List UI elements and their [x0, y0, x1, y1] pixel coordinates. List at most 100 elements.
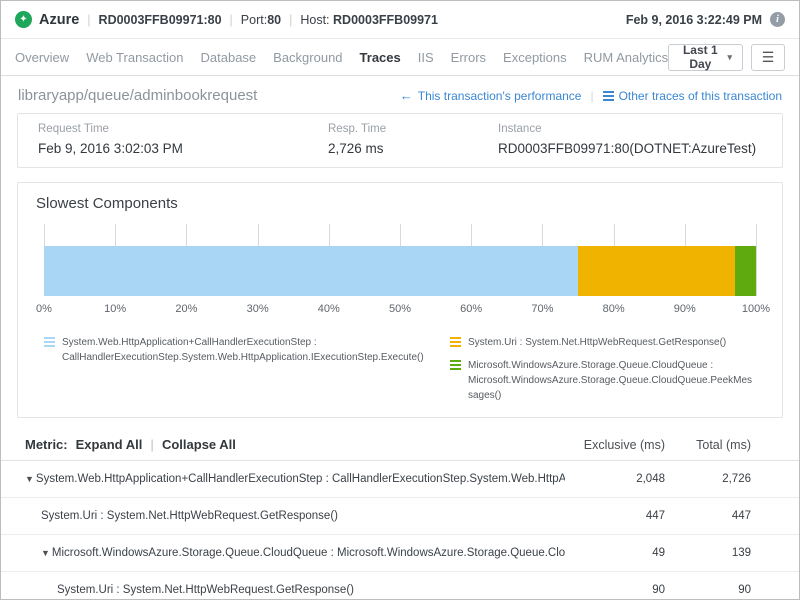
chart-legend: System.Web.HttpApplication+CallHandlerEx…: [44, 335, 756, 403]
back-arrow-icon: ←: [400, 88, 413, 103]
legend-swatch-icon: [450, 337, 461, 347]
host-info: Host: RD0003FFB09971: [300, 13, 438, 27]
request-time: Request Time Feb 9, 2016 3:02:03 PM: [18, 123, 308, 156]
table-row[interactable]: System.Uri : System.Net.HttpWebRequest.G…: [1, 572, 799, 600]
legend-item: System.Web.HttpApplication+CallHandlerEx…: [44, 335, 426, 365]
hamburger-icon: ☰: [762, 49, 775, 66]
column-header-total: Total (ms): [665, 438, 751, 452]
collapse-arrow-icon[interactable]: ▼: [25, 474, 34, 484]
tab-iis[interactable]: IIS: [418, 50, 434, 65]
axis-tick-label: 30%: [247, 303, 269, 315]
collapse-all-button[interactable]: Collapse All: [162, 437, 236, 452]
legend-column-right: System.Uri : System.Net.HttpWebRequest.G…: [450, 335, 756, 403]
metrics-table-header: Metric: Expand All | Collapse All Exclus…: [1, 429, 799, 461]
tab-web-transaction[interactable]: Web Transaction: [86, 50, 183, 65]
bar-segment: [44, 246, 578, 296]
metric-name: System.Uri : System.Net.HttpWebRequest.G…: [41, 510, 338, 522]
exclusive-ms: 49: [565, 547, 665, 559]
exclusive-ms: 90: [565, 584, 665, 596]
transaction-performance-link[interactable]: ← This transaction's performance: [400, 88, 582, 103]
tab-traces[interactable]: Traces: [360, 50, 401, 65]
tab-rum-analytics[interactable]: RUM Analytics: [584, 50, 669, 65]
axis-tick-label: 0%: [36, 303, 52, 315]
trace-summary: Request Time Feb 9, 2016 3:02:03 PM Resp…: [17, 113, 783, 168]
monitor-identity: ✦ Azure | RD0003FFB09971:80 | Port:80 | …: [15, 11, 438, 28]
divider: |: [86, 13, 91, 27]
divider: |: [150, 437, 154, 452]
app-window: ✦ Azure | RD0003FFB09971:80 | Port:80 | …: [0, 0, 800, 600]
exclusive-ms: 447: [565, 510, 665, 522]
axis-tick-label: 20%: [175, 303, 197, 315]
bar-segment: [735, 246, 756, 296]
metric-controls: Metric: Expand All | Collapse All: [25, 437, 565, 452]
tab-background[interactable]: Background: [273, 50, 342, 65]
transaction-title: libraryapp/queue/adminbookrequest: [18, 87, 257, 104]
metric-name: System.Web.HttpApplication+CallHandlerEx…: [36, 473, 565, 485]
divider: |: [229, 13, 234, 27]
slowest-components-panel: Slowest Components 0%10%20%30%40%50%60%7…: [17, 182, 783, 418]
legend-item: Microsoft.WindowsAzure.Storage.Queue.Clo…: [450, 358, 756, 403]
total-ms: 2,726: [665, 473, 751, 485]
divider: |: [288, 13, 293, 27]
stacked-bar: [44, 246, 756, 296]
total-ms: 139: [665, 547, 751, 559]
instance-value: RD0003FFB09971:80(DOTNET:AzureTest): [498, 141, 762, 156]
port-info: Port:80: [241, 13, 281, 27]
trace-header: libraryapp/queue/adminbookrequest ← This…: [1, 76, 799, 113]
axis-tick-label: 10%: [104, 303, 126, 315]
axis-tick-label: 70%: [531, 303, 553, 315]
gridline: [756, 224, 757, 296]
axis-tick-label: 60%: [460, 303, 482, 315]
table-row[interactable]: System.Uri : System.Net.HttpWebRequest.G…: [1, 498, 799, 535]
menu-button[interactable]: ☰: [751, 44, 785, 71]
axis-tick-label: 40%: [318, 303, 340, 315]
time-range-dropdown[interactable]: Last 1 Day ▾: [668, 44, 743, 71]
exclusive-ms: 2,048: [565, 473, 665, 485]
chart-title: Slowest Components: [36, 195, 764, 212]
legend-item: System.Uri : System.Net.HttpWebRequest.G…: [450, 335, 756, 350]
current-timestamp: Feb 9, 2016 3:22:49 PM: [626, 13, 762, 27]
axis-tick-label: 80%: [603, 303, 625, 315]
chart-plot-area: [44, 224, 756, 296]
total-ms: 90: [665, 584, 751, 596]
metric-name: System.Uri : System.Net.HttpWebRequest.G…: [57, 584, 354, 596]
tab-exceptions[interactable]: Exceptions: [503, 50, 567, 65]
request-time-value: Feb 9, 2016 3:02:03 PM: [38, 141, 288, 156]
response-time: Resp. Time 2,726 ms: [308, 123, 478, 156]
divider: |: [590, 89, 593, 103]
trace-links: ← This transaction's performance | Other…: [400, 88, 782, 103]
table-row[interactable]: ▼ System.Web.HttpApplication+CallHandler…: [1, 461, 799, 498]
info-icon[interactable]: i: [770, 12, 785, 27]
expand-all-button[interactable]: Expand All: [76, 437, 143, 452]
table-row[interactable]: ▼ Microsoft.WindowsAzure.Storage.Queue.C…: [1, 535, 799, 572]
nav-bar: Overview Web Transaction Database Backgr…: [1, 39, 799, 76]
metric-label: Metric:: [25, 437, 68, 452]
tab-overview[interactable]: Overview: [15, 50, 69, 65]
instance: Instance RD0003FFB09971:80(DOTNET:AzureT…: [478, 123, 782, 156]
total-ms: 447: [665, 510, 751, 522]
axis-tick-label: 90%: [674, 303, 696, 315]
request-time-label: Request Time: [38, 123, 288, 135]
monitor-name: Azure: [39, 12, 79, 28]
column-header-exclusive: Exclusive (ms): [565, 438, 665, 452]
instance-name: RD0003FFB09971:80: [99, 13, 222, 27]
legend-column-left: System.Web.HttpApplication+CallHandlerEx…: [44, 335, 426, 403]
top-bar: ✦ Azure | RD0003FFB09971:80 | Port:80 | …: [1, 1, 799, 39]
legend-swatch-icon: [44, 337, 55, 347]
response-time-value: 2,726 ms: [328, 141, 458, 156]
instance-label: Instance: [498, 123, 762, 135]
trace-list-icon: [603, 91, 614, 101]
legend-swatch-icon: [450, 360, 461, 370]
chevron-down-icon: ▾: [727, 52, 732, 63]
tab-errors[interactable]: Errors: [451, 50, 486, 65]
bar-segment: [578, 246, 735, 296]
chart-axis: 0%10%20%30%40%50%60%70%80%90%100%: [44, 303, 756, 317]
site24x7-logo-icon: ✦: [15, 11, 32, 28]
tab-database[interactable]: Database: [201, 50, 257, 65]
metric-name: Microsoft.WindowsAzure.Storage.Queue.Clo…: [52, 547, 565, 559]
response-time-label: Resp. Time: [328, 123, 458, 135]
collapse-arrow-icon[interactable]: ▼: [41, 548, 50, 558]
axis-tick-label: 100%: [742, 303, 770, 315]
tab-strip: Overview Web Transaction Database Backgr…: [15, 50, 668, 65]
other-traces-link[interactable]: Other traces of this transaction: [603, 89, 782, 103]
